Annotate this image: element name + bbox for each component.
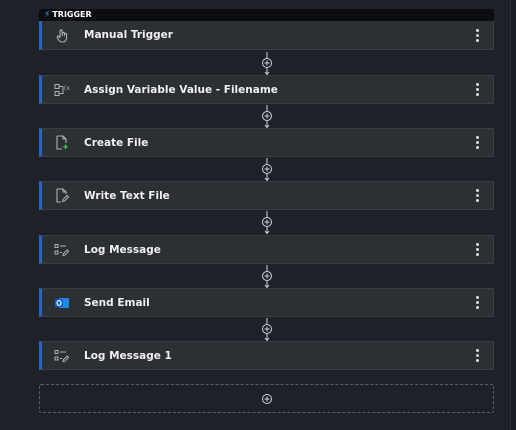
- add-step-connector[interactable]: [258, 158, 276, 182]
- step-title: Manual Trigger: [84, 29, 173, 41]
- outlook-icon: [54, 295, 70, 311]
- step-card-write-text-file[interactable]: Write Text File: [39, 181, 494, 210]
- step-card-manual-trigger[interactable]: Manual Trigger: [39, 21, 494, 50]
- step-card-assign-variable[interactable]: (x) Assign Variable Value - Filename: [39, 75, 494, 104]
- step-title: Assign Variable Value - Filename: [84, 83, 278, 96]
- step-card-send-email[interactable]: Send Email: [39, 288, 494, 317]
- workflow-canvas: ⚡TRIGGER Manual Trigger (x) Assign Varia…: [0, 0, 511, 430]
- step-title: Log Message 1: [84, 349, 172, 362]
- step-menu-button[interactable]: [467, 133, 487, 153]
- hand-pointer-icon: [54, 27, 70, 43]
- step-menu-button[interactable]: [467, 25, 487, 45]
- bolt-icon: ⚡: [44, 10, 51, 20]
- step-menu-button[interactable]: [467, 346, 487, 366]
- step-title: Write Text File: [84, 189, 170, 202]
- step-card-log-message[interactable]: Log Message: [39, 235, 494, 264]
- write-file-icon: [54, 188, 70, 204]
- add-step-button[interactable]: [39, 384, 494, 413]
- step-card-log-message-1[interactable]: Log Message 1: [39, 341, 494, 370]
- step-title: Send Email: [84, 296, 150, 309]
- add-step-connector[interactable]: [258, 52, 276, 76]
- step-menu-button[interactable]: [467, 240, 487, 260]
- step-menu-button[interactable]: [467, 293, 487, 313]
- add-step-connector[interactable]: [258, 318, 276, 342]
- step-title: Create File: [84, 136, 149, 149]
- log-message-icon: [54, 348, 70, 364]
- trigger-badge: ⚡ TRIGGER: [39, 9, 494, 21]
- svg-text:(x): (x): [64, 85, 70, 92]
- step-menu-button[interactable]: [467, 186, 487, 206]
- add-step-connector[interactable]: [258, 105, 276, 129]
- assign-variable-icon: (x): [54, 82, 70, 98]
- step-card-create-file[interactable]: Create File: [39, 128, 494, 157]
- add-step-connector[interactable]: [258, 211, 276, 235]
- add-circle-icon: [261, 393, 272, 404]
- step-menu-button[interactable]: [467, 80, 487, 100]
- create-file-icon: [54, 135, 70, 151]
- step-title: Log Message: [84, 243, 161, 256]
- log-message-icon: [54, 242, 70, 258]
- trigger-badge-label: TRIGGER: [52, 10, 92, 19]
- add-step-connector[interactable]: [258, 265, 276, 289]
